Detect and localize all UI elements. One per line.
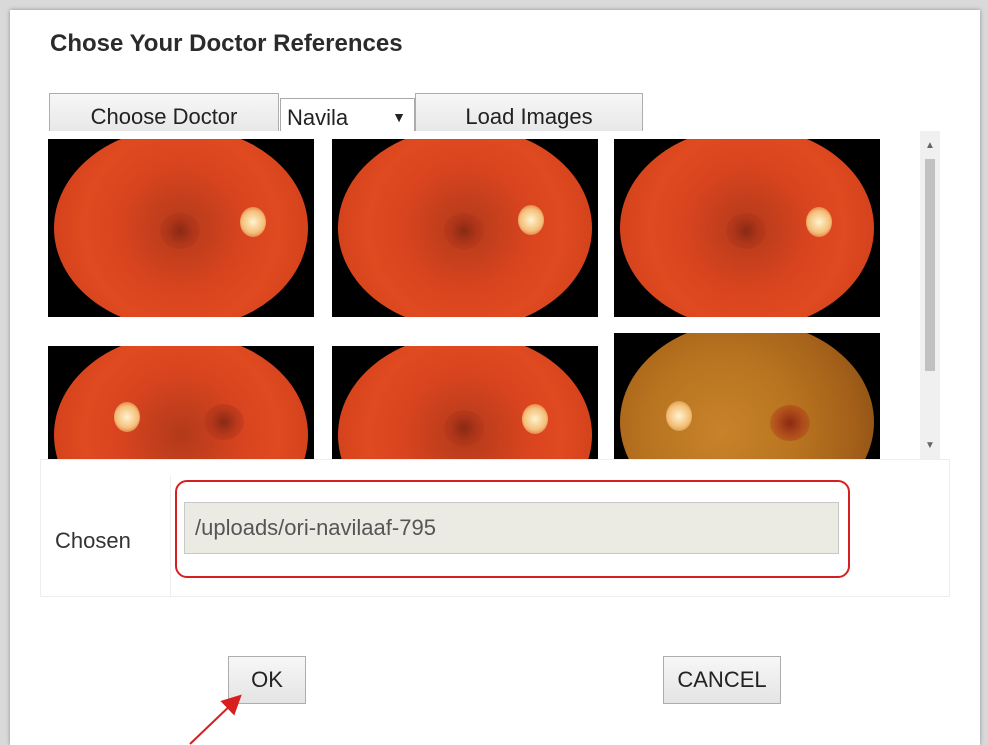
annotation-arrow-icon (189, 694, 242, 745)
